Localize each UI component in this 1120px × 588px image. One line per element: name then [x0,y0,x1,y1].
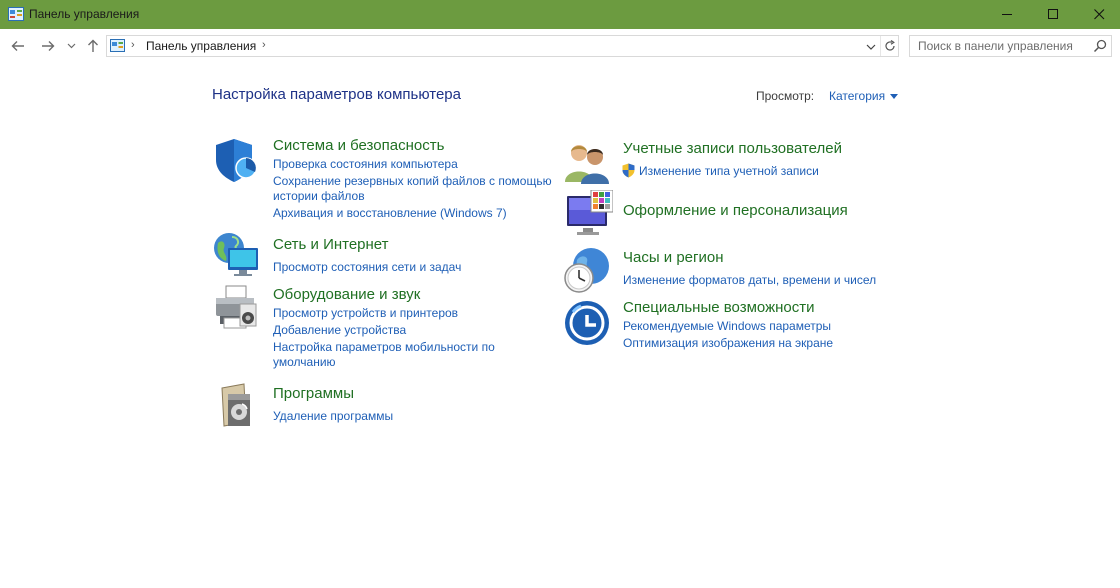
programs-icon[interactable] [216,382,264,430]
maximize-icon [1047,9,1058,19]
control-panel-icon [8,7,24,21]
forward-button[interactable] [38,37,58,55]
category-title-user-accounts[interactable]: Учетные записи пользователей [623,140,842,157]
uac-shield-icon [622,163,635,178]
category-title-hardware-sound[interactable]: Оборудование и звук [273,286,420,303]
link-mobility-settings-cont[interactable]: умолчанию [273,355,336,370]
control-panel-icon [110,39,125,52]
users-icon[interactable] [563,138,611,186]
breadcrumb-control-panel[interactable]: Панель управления [146,39,256,53]
category-title-programs[interactable]: Программы [273,385,354,402]
link-recommended-settings[interactable]: Рекомендуемые Windows параметры [623,319,831,334]
category-title-network-internet[interactable]: Сеть и Интернет [273,236,389,253]
category-title-system-security[interactable]: Система и безопасность [273,137,444,154]
up-button[interactable] [84,37,102,55]
maximize-button[interactable] [1030,0,1076,29]
view-by-dropdown[interactable]: Категория [829,89,899,103]
link-file-history-backup[interactable]: Сохранение резервных копий файлов с помо… [273,174,552,189]
breadcrumb-separator[interactable]: › [262,39,266,51]
address-dropdown-button[interactable] [864,40,878,52]
recent-locations-button[interactable] [63,37,79,55]
network-globe-icon[interactable] [212,231,260,279]
arrow-up-icon [88,39,98,52]
link-file-history-backup-cont[interactable]: истории файлов [273,189,365,204]
close-button[interactable] [1076,0,1120,29]
shield-icon[interactable] [212,136,260,184]
link-devices-printers[interactable]: Просмотр устройств и принтеров [273,306,458,321]
search-icon[interactable] [1093,39,1107,53]
chevron-down-icon [866,44,876,50]
breadcrumb-separator: › [131,39,135,51]
clock-globe-icon[interactable] [563,246,611,294]
refresh-button[interactable] [880,36,899,56]
link-backup-restore[interactable]: Архивация и восстановление (Windows 7) [273,206,507,221]
refresh-icon [885,40,895,51]
link-date-time-formats[interactable]: Изменение форматов даты, времени и чисел [623,273,876,288]
category-title-clock-region[interactable]: Часы и регион [623,249,724,266]
search-box[interactable] [909,35,1112,57]
link-mobility-settings[interactable]: Настройка параметров мобильности по [273,340,495,355]
view-by-label: Просмотр: [756,89,815,103]
arrow-right-icon [42,41,55,51]
minimize-button[interactable] [984,0,1030,29]
link-optimize-display[interactable]: Оптимизация изображения на экране [623,336,833,351]
link-add-device[interactable]: Добавление устройства [273,323,406,338]
printer-icon[interactable] [212,284,260,332]
personalization-icon[interactable] [565,190,613,238]
chevron-down-icon [67,43,75,49]
address-bar[interactable]: › Панель управления › [106,35,899,57]
dropdown-arrow-icon [890,93,899,99]
accessibility-icon[interactable] [563,298,611,346]
navigation-bar: › Панель управления › [0,29,1120,63]
arrow-left-icon [11,41,24,51]
link-check-computer-status[interactable]: Проверка состояния компьютера [273,157,458,172]
page-title: Настройка параметров компьютера [212,86,461,103]
back-button[interactable] [8,37,28,55]
link-change-account-type[interactable]: Изменение типа учетной записи [639,164,819,179]
category-title-appearance-personalization[interactable]: Оформление и персонализация [623,202,848,219]
category-title-ease-of-access[interactable]: Специальные возможности [623,299,815,316]
title-bar: Панель управления [0,0,1120,29]
window-title: Панель управления [29,7,140,21]
minimize-icon [1001,14,1012,15]
close-icon [1093,9,1104,20]
link-network-status[interactable]: Просмотр состояния сети и задач [273,260,461,275]
link-uninstall-program[interactable]: Удаление программы [273,409,393,424]
search-input[interactable] [910,36,1094,56]
view-by-value: Категория [829,89,886,103]
